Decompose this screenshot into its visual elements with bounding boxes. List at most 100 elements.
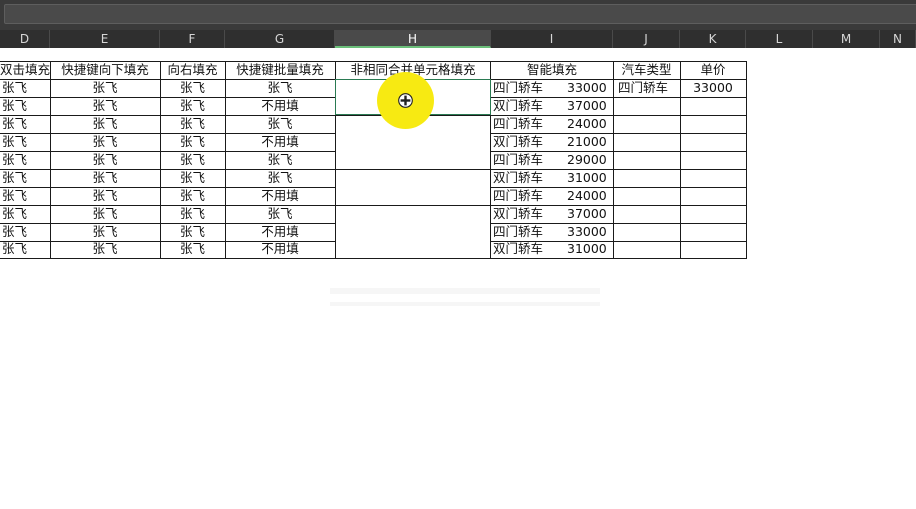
cell-k[interactable]: 33000 xyxy=(680,79,746,97)
cell-f[interactable]: 张飞 xyxy=(160,115,225,133)
cell-i-type[interactable]: 四门轿车 xyxy=(491,79,567,97)
col-header-j[interactable]: J xyxy=(613,30,680,48)
cell-j[interactable] xyxy=(613,187,680,205)
cell-f[interactable]: 张飞 xyxy=(160,223,225,241)
cell-e[interactable]: 张飞 xyxy=(50,79,160,97)
cell-d[interactable]: 张飞 xyxy=(0,169,50,187)
cell-g[interactable]: 不用填 xyxy=(225,240,335,258)
col-header-n[interactable]: N xyxy=(880,30,916,48)
cell-j[interactable] xyxy=(613,205,680,223)
cell-j[interactable] xyxy=(613,240,680,258)
cell-e[interactable]: 张飞 xyxy=(50,133,160,151)
cell-i-price[interactable]: 31000 xyxy=(567,240,613,258)
cell-d[interactable]: 张飞 xyxy=(0,133,50,151)
cell-j[interactable] xyxy=(613,115,680,133)
cell-e[interactable]: 张飞 xyxy=(50,187,160,205)
cell-e[interactable]: 张飞 xyxy=(50,205,160,223)
cell-j[interactable] xyxy=(613,151,680,169)
cell-i-price[interactable]: 33000 xyxy=(567,223,613,241)
cell-j[interactable] xyxy=(613,223,680,241)
cell-i-type[interactable]: 双门轿车 xyxy=(491,133,567,151)
cell-f[interactable]: 张飞 xyxy=(160,187,225,205)
cell-i-price[interactable]: 21000 xyxy=(567,133,613,151)
cell-i-price[interactable]: 31000 xyxy=(567,169,613,187)
cell-i-price[interactable]: 24000 xyxy=(567,115,613,133)
cell-i-type[interactable]: 四门轿车 xyxy=(491,151,567,169)
col-header-h[interactable]: H xyxy=(335,30,491,48)
cell-d[interactable]: 张飞 xyxy=(0,223,50,241)
cell-g[interactable]: 张飞 xyxy=(225,79,335,97)
cell-d[interactable]: 张飞 xyxy=(0,240,50,258)
cell-i-price[interactable]: 29000 xyxy=(567,151,613,169)
cell-f[interactable]: 张飞 xyxy=(160,169,225,187)
cell-g[interactable]: 张飞 xyxy=(225,169,335,187)
cell-j[interactable] xyxy=(613,169,680,187)
cell-j[interactable] xyxy=(613,97,680,115)
cell-i-price[interactable]: 37000 xyxy=(567,97,613,115)
header-cell-j[interactable]: 汽车类型 xyxy=(613,61,680,79)
cell-f[interactable]: 张飞 xyxy=(160,205,225,223)
header-cell-k[interactable]: 单价 xyxy=(680,61,746,79)
cell-d[interactable]: 张飞 xyxy=(0,115,50,133)
header-cell-e[interactable]: 快捷键向下填充 xyxy=(50,61,160,79)
cell-k[interactable] xyxy=(680,151,746,169)
col-header-d[interactable]: D xyxy=(0,30,50,48)
cell-f[interactable]: 张飞 xyxy=(160,151,225,169)
cell-g[interactable]: 张飞 xyxy=(225,151,335,169)
cell-j[interactable] xyxy=(613,133,680,151)
cell-f[interactable]: 张飞 xyxy=(160,133,225,151)
cell-e[interactable]: 张飞 xyxy=(50,97,160,115)
cell-g[interactable]: 张飞 xyxy=(225,115,335,133)
cell-e[interactable]: 张飞 xyxy=(50,115,160,133)
cell-k[interactable] xyxy=(680,115,746,133)
cell-k[interactable] xyxy=(680,133,746,151)
cell-k[interactable] xyxy=(680,223,746,241)
cell-k[interactable] xyxy=(680,205,746,223)
cell-i-type[interactable]: 四门轿车 xyxy=(491,223,567,241)
cell-g[interactable]: 不用填 xyxy=(225,97,335,115)
cell-d[interactable]: 张飞 xyxy=(0,205,50,223)
cell-k[interactable] xyxy=(680,240,746,258)
header-cell-i[interactable]: 智能填充 xyxy=(491,61,613,79)
cell-g[interactable]: 不用填 xyxy=(225,133,335,151)
col-header-g[interactable]: G xyxy=(225,30,335,48)
cell-i-type[interactable]: 双门轿车 xyxy=(491,205,567,223)
col-header-k[interactable]: K xyxy=(680,30,746,48)
cell-f[interactable]: 张飞 xyxy=(160,240,225,258)
cell-i-type[interactable]: 四门轿车 xyxy=(491,187,567,205)
cell-j[interactable]: 四门轿车 xyxy=(613,79,680,97)
cell-e[interactable]: 张飞 xyxy=(50,240,160,258)
cell-g[interactable]: 不用填 xyxy=(225,187,335,205)
col-header-i[interactable]: I xyxy=(491,30,613,48)
cell-d[interactable]: 张飞 xyxy=(0,151,50,169)
cell-k[interactable] xyxy=(680,97,746,115)
col-header-l[interactable]: L xyxy=(746,30,813,48)
formula-bar[interactable] xyxy=(4,4,916,24)
col-header-f[interactable]: F xyxy=(160,30,225,48)
header-cell-f[interactable]: 向右填充 xyxy=(160,61,225,79)
col-header-m[interactable]: M xyxy=(813,30,880,48)
header-cell-d[interactable]: 双击填充 xyxy=(0,61,50,79)
cell-f[interactable]: 张飞 xyxy=(160,97,225,115)
worksheet-grid[interactable]: 双击填充 快捷键向下填充 向右填充 快捷键批量填充 非相同合并单元格填充 智能填… xyxy=(0,48,916,509)
cell-d[interactable]: 张飞 xyxy=(0,187,50,205)
cell-d[interactable]: 张飞 xyxy=(0,97,50,115)
cell-i-price[interactable]: 24000 xyxy=(567,187,613,205)
cell-g[interactable]: 张飞 xyxy=(225,205,335,223)
cell-e[interactable]: 张飞 xyxy=(50,151,160,169)
cell-k[interactable] xyxy=(680,187,746,205)
cell-e[interactable]: 张飞 xyxy=(50,169,160,187)
cell-i-price[interactable]: 37000 xyxy=(567,205,613,223)
cell-i-price[interactable]: 33000 xyxy=(567,79,613,97)
cell-g[interactable]: 不用填 xyxy=(225,223,335,241)
cell-i-type[interactable]: 四门轿车 xyxy=(491,115,567,133)
col-header-e[interactable]: E xyxy=(50,30,160,48)
cell-e[interactable]: 张飞 xyxy=(50,223,160,241)
cell-f[interactable]: 张飞 xyxy=(160,79,225,97)
cell-i-type[interactable]: 双门轿车 xyxy=(491,169,567,187)
cell-i-type[interactable]: 双门轿车 xyxy=(491,97,567,115)
cell-k[interactable] xyxy=(680,169,746,187)
cell-i-type[interactable]: 双门轿车 xyxy=(491,240,567,258)
cell-d[interactable]: 张飞 xyxy=(0,79,50,97)
header-cell-g[interactable]: 快捷键批量填充 xyxy=(225,61,335,79)
